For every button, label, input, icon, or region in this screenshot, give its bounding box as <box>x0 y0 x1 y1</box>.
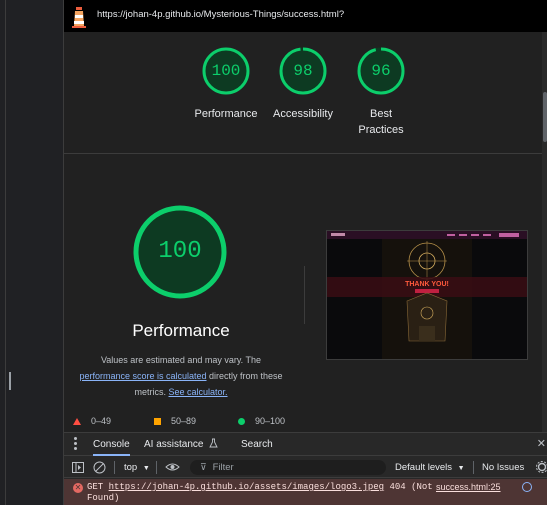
legend-average-range: 50–89 <box>171 416 197 426</box>
error-source-link[interactable]: success.html:25 <box>436 482 501 492</box>
gauge-performance[interactable]: 100 <box>201 46 251 96</box>
gauge-best-practices-label: Best Practices <box>341 106 421 138</box>
gauge-accessibility-score: 98 <box>293 62 313 80</box>
legend-fail-range: 0–49 <box>91 416 112 426</box>
more-options-icon[interactable] <box>74 437 78 451</box>
gauge-best-practices-score: 96 <box>371 62 391 80</box>
close-drawer-icon[interactable]: ✕ <box>537 437 546 450</box>
tab-console[interactable]: Console <box>93 433 130 456</box>
drawer-tabbar: Console AI assistance Search ✕ <box>64 433 547 456</box>
performance-score-large: 100 <box>158 238 202 265</box>
console-filter-placeholder: Filter <box>212 462 234 473</box>
see-calculator-link[interactable]: See calculator. <box>168 387 227 397</box>
fail-triangle-icon <box>73 417 81 425</box>
performance-note-line2: performance score is calculated directly… <box>64 368 298 400</box>
legend-fail: 0–49 <box>73 414 111 428</box>
sidebar-toggle-icon[interactable] <box>72 462 84 473</box>
chevron-down-icon: ▼ <box>142 465 150 472</box>
toolbar-separator <box>114 461 115 474</box>
console-filter-input[interactable]: ⊽ Filter <box>190 460 386 475</box>
console-settings-gear-icon[interactable] <box>536 461 547 473</box>
report-url-bar: https://johan-4p.github.io/Mysterious-Th… <box>64 0 547 32</box>
lighthouse-logo-icon <box>72 7 86 28</box>
error-method: GET <box>87 482 104 492</box>
gauge-performance-label: Performance <box>194 108 258 120</box>
performance-note: Values are estimated and may vary. The p… <box>64 352 298 400</box>
report-url[interactable]: https://johan-4p.github.io/Mysterious-Th… <box>97 9 344 20</box>
thumbnail-image: THANK YOU! <box>327 231 527 359</box>
lighthouse-report: https://johan-4p.github.io/Mysterious-Th… <box>63 0 547 432</box>
error-url-link[interactable]: https://johan-4p.github.io/assets/images… <box>109 482 384 492</box>
scrollbar-track[interactable] <box>542 32 547 432</box>
tab-search[interactable]: Search <box>241 433 273 456</box>
log-levels-dropdown[interactable]: Default levels ▼ <box>395 457 465 478</box>
error-text: GET https://johan-4p.github.io/assets/im… <box>87 482 433 504</box>
average-square-icon <box>154 417 161 425</box>
gauge-best-practices-label-line2: Practices <box>358 124 404 136</box>
vertical-divider <box>304 266 305 324</box>
gauge-performance-score: 100 <box>211 62 241 80</box>
performance-note-line1: Values are estimated and may vary. The <box>100 355 262 365</box>
section-divider <box>64 153 547 154</box>
filter-funnel-icon: ⊽ <box>200 462 207 472</box>
gauge-best-practices-label-line1: Best <box>369 108 392 120</box>
page-divider <box>5 0 6 505</box>
network-request-globe-icon[interactable] <box>522 482 532 492</box>
error-icon: ✕ <box>73 483 83 493</box>
flask-icon <box>209 438 218 448</box>
gauge-accessibility-label: Accessibility <box>273 108 333 120</box>
legend-average: 50–89 <box>154 414 196 428</box>
pass-circle-icon <box>238 417 245 425</box>
toolbar-separator <box>473 461 474 474</box>
clear-console-icon[interactable] <box>93 461 106 474</box>
resize-marker[interactable] <box>9 372 11 390</box>
performance-gauge-large: 100 <box>132 204 228 300</box>
gauge-best-practices[interactable]: 96 <box>356 46 406 96</box>
gauge-accessibility[interactable]: 98 <box>278 46 328 96</box>
error-status-continued: Found) <box>87 493 120 503</box>
live-expression-eye-icon[interactable] <box>165 462 180 472</box>
console-error-message[interactable]: ✕ GET https://johan-4p.github.io/assets/… <box>64 479 547 505</box>
error-status: 404 (Not <box>389 482 433 492</box>
legend-pass: 90–100 <box>238 414 285 428</box>
toolbar-separator <box>156 461 157 474</box>
log-levels-value: Default levels <box>395 462 453 473</box>
tab-ai-assistance-label: AI assistance <box>144 439 204 450</box>
chevron-down-icon: ▼ <box>457 465 465 472</box>
final-screenshot-thumbnail[interactable]: THANK YOU! <box>326 230 528 360</box>
performance-score-calculated-link[interactable]: performance score is calculated <box>79 371 206 381</box>
scrollbar-thumb[interactable] <box>543 92 547 142</box>
performance-title: Performance <box>132 321 230 340</box>
legend-pass-range: 90–100 <box>255 416 286 426</box>
console-drawer: Console AI assistance Search ✕ top ▼ ⊽ F… <box>63 432 547 505</box>
thumbnail-heading: THANK YOU! <box>405 281 449 288</box>
page-edge <box>0 0 63 505</box>
issues-counter[interactable]: No Issues <box>482 457 524 478</box>
context-selector[interactable]: top ▼ <box>124 457 150 478</box>
console-toolbar: top ▼ ⊽ Filter Default levels ▼ No Issues <box>64 457 547 478</box>
context-selector-value: top <box>124 462 138 473</box>
tab-ai-assistance[interactable]: AI assistance <box>144 433 218 456</box>
